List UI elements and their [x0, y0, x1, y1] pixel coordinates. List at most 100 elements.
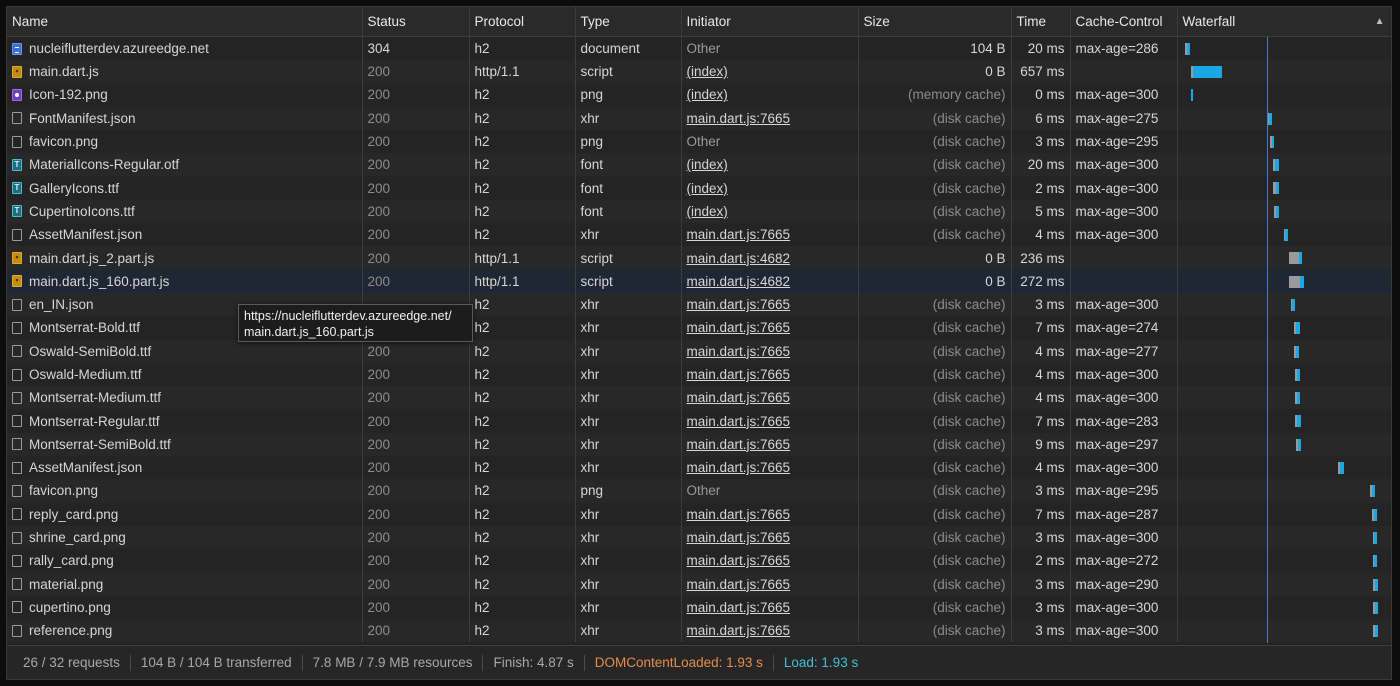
initiator-link[interactable]: (index): [687, 64, 728, 79]
cell-name[interactable]: Montserrat-Regular.ttf: [7, 409, 363, 433]
initiator-link[interactable]: main.dart.js:7665: [687, 460, 791, 475]
cell-name[interactable]: nucleiflutterdev.azureedge.net: [7, 36, 363, 60]
initiator-link[interactable]: main.dart.js:7665: [687, 623, 791, 638]
cell-name[interactable]: Oswald-Medium.ttf: [7, 362, 363, 387]
initiator-link[interactable]: main.dart.js:7665: [687, 553, 791, 568]
request-row[interactable]: en_IN.json h2 xhr main.dart.js:7665 (disk ca…: [7, 292, 1391, 317]
col-header-size[interactable]: Size: [858, 7, 1012, 37]
initiator-link[interactable]: main.dart.js:7665: [687, 111, 791, 126]
col-header-protocol[interactable]: Protocol: [469, 7, 576, 37]
cell-name[interactable]: Oswald-SemiBold.ttf: [7, 339, 363, 363]
request-row[interactable]: nucleiflutterdev.azureedge.net 304 h2 docum…: [7, 36, 1391, 60]
cell-initiator[interactable]: (index): [681, 60, 859, 84]
request-row[interactable]: Montserrat-Bold.ttf h2 xhr main.dart.js:766…: [7, 316, 1391, 340]
cell-initiator[interactable]: main.dart.js:7665: [681, 549, 859, 573]
request-row[interactable]: favicon.png 200 h2 png Other (disk cache) 3 ms…: [7, 129, 1391, 154]
cell-initiator[interactable]: main.dart.js:7665: [681, 386, 859, 410]
initiator-link[interactable]: (index): [687, 204, 728, 219]
cell-name[interactable]: AssetManifest.json: [7, 456, 363, 480]
cell-initiator[interactable]: main.dart.js:7665: [681, 292, 859, 317]
cell-name[interactable]: Montserrat-Medium.ttf: [7, 386, 363, 410]
cell-name[interactable]: T GalleryIcons.ttf: [7, 176, 363, 200]
initiator-link[interactable]: main.dart.js:4682: [687, 274, 791, 289]
initiator-link[interactable]: main.dart.js:7665: [687, 320, 791, 335]
initiator-link[interactable]: main.dart.js:7665: [687, 344, 791, 359]
cell-name[interactable]: ⋄ main.dart.js_2.part.js: [7, 246, 363, 270]
cell-initiator[interactable]: (index): [681, 176, 859, 200]
cell-name[interactable]: favicon.png: [7, 479, 363, 503]
cell-initiator[interactable]: main.dart.js:7665: [681, 432, 859, 457]
initiator-link[interactable]: main.dart.js:7665: [687, 227, 791, 242]
initiator-link[interactable]: main.dart.js:7665: [687, 577, 791, 592]
request-row[interactable]: Montserrat-SemiBold.ttf 200 h2 xhr main.dart…: [7, 432, 1391, 457]
cell-initiator[interactable]: main.dart.js:7665: [681, 339, 859, 363]
cell-initiator[interactable]: main.dart.js:7665: [681, 106, 859, 130]
cell-name[interactable]: reference.png: [7, 619, 363, 643]
col-header-name[interactable]: Name: [7, 7, 363, 37]
cell-name[interactable]: FontManifest.json: [7, 106, 363, 130]
initiator-link[interactable]: main.dart.js:7665: [687, 600, 791, 615]
cell-initiator[interactable]: (index): [681, 153, 859, 177]
cell-name[interactable]: rally_card.png: [7, 549, 363, 573]
request-row[interactable]: reply_card.png 200 h2 xhr main.dart.js:7665 (…: [7, 502, 1391, 526]
col-header-waterfall[interactable]: Waterfall ▲: [1177, 7, 1391, 37]
request-row[interactable]: ⋄ main.dart.js_160.part.js 200 http/1.1 scri…: [7, 269, 1391, 293]
cell-initiator[interactable]: main.dart.js:7665: [681, 525, 859, 550]
cell-name[interactable]: ⋄ main.dart.js_160.part.js: [7, 269, 363, 293]
cell-initiator[interactable]: main.dart.js:7665: [681, 223, 859, 247]
request-row[interactable]: Oswald-SemiBold.ttf 200 h2 xhr main.dart.js:…: [7, 339, 1391, 363]
initiator-link[interactable]: (index): [687, 157, 728, 172]
cell-name[interactable]: cupertino.png: [7, 595, 363, 620]
cell-name[interactable]: shrine_card.png: [7, 525, 363, 550]
col-header-cache-control[interactable]: Cache-Control: [1070, 7, 1178, 37]
cell-name[interactable]: reply_card.png: [7, 502, 363, 526]
initiator-link[interactable]: main.dart.js:7665: [687, 530, 791, 545]
initiator-link[interactable]: main.dart.js:7665: [687, 437, 791, 452]
cell-initiator[interactable]: main.dart.js:4682: [681, 246, 859, 270]
col-header-type[interactable]: Type: [575, 7, 682, 37]
col-header-time[interactable]: Time: [1011, 7, 1071, 37]
request-row[interactable]: Montserrat-Medium.ttf 200 h2 xhr main.dart.j…: [7, 386, 1391, 410]
initiator-link[interactable]: (index): [687, 181, 728, 196]
initiator-link[interactable]: main.dart.js:7665: [687, 414, 791, 429]
request-row[interactable]: T MaterialIcons-Regular.otf 200 h2 font (inde…: [7, 153, 1391, 177]
cell-initiator[interactable]: main.dart.js:7665: [681, 362, 859, 387]
request-row[interactable]: cupertino.png 200 h2 xhr main.dart.js:7665 (d…: [7, 595, 1391, 620]
cell-initiator[interactable]: main.dart.js:7665: [681, 502, 859, 526]
cell-name[interactable]: Icon-192.png: [7, 83, 363, 107]
cell-name[interactable]: material.png: [7, 572, 363, 596]
cell-initiator[interactable]: main.dart.js:7665: [681, 619, 859, 643]
request-row[interactable]: Icon-192.png 200 h2 png (index) (memory cache…: [7, 83, 1391, 107]
request-row[interactable]: material.png 200 h2 xhr main.dart.js:7665 (di…: [7, 572, 1391, 596]
request-row[interactable]: AssetManifest.json 200 h2 xhr main.dart.js:7…: [7, 456, 1391, 480]
cell-initiator[interactable]: main.dart.js:7665: [681, 456, 859, 480]
cell-initiator[interactable]: main.dart.js:7665: [681, 572, 859, 596]
request-row[interactable]: Montserrat-Regular.ttf 200 h2 xhr main.dart.…: [7, 409, 1391, 433]
initiator-link[interactable]: (index): [687, 87, 728, 102]
request-row[interactable]: favicon.png 200 h2 png Other (disk cache) 3 ms…: [7, 479, 1391, 503]
initiator-link[interactable]: main.dart.js:7665: [687, 390, 791, 405]
sort-ascending-icon[interactable]: ▲: [1375, 16, 1385, 27]
cell-name[interactable]: T MaterialIcons-Regular.otf: [7, 153, 363, 177]
request-row[interactable]: AssetManifest.json 200 h2 xhr main.dart.js:7…: [7, 223, 1391, 247]
cell-name[interactable]: AssetManifest.json: [7, 223, 363, 247]
cell-initiator[interactable]: (index): [681, 199, 859, 224]
initiator-link[interactable]: main.dart.js:7665: [687, 367, 791, 382]
request-row[interactable]: T CupertinoIcons.ttf 200 h2 font (index) (disk…: [7, 199, 1391, 224]
initiator-link[interactable]: main.dart.js:7665: [687, 507, 791, 522]
cell-name[interactable]: Montserrat-SemiBold.ttf: [7, 432, 363, 457]
request-row[interactable]: FontManifest.json 200 h2 xhr main.dart.js:76…: [7, 106, 1391, 130]
cell-initiator[interactable]: main.dart.js:7665: [681, 595, 859, 620]
initiator-link[interactable]: main.dart.js:4682: [687, 251, 791, 266]
cell-name[interactable]: T CupertinoIcons.ttf: [7, 199, 363, 224]
request-row[interactable]: reference.png 200 h2 xhr main.dart.js:7665 (d…: [7, 619, 1391, 643]
request-row[interactable]: T GalleryIcons.ttf 200 h2 font (index) (disk c…: [7, 176, 1391, 200]
cell-name[interactable]: ⋄ main.dart.js: [7, 60, 363, 84]
request-row[interactable]: shrine_card.png 200 h2 xhr main.dart.js:7665…: [7, 525, 1391, 550]
col-header-initiator[interactable]: Initiator: [681, 7, 859, 37]
request-row[interactable]: ⋄ main.dart.js_2.part.js 200 http/1.1 script…: [7, 246, 1391, 270]
request-row[interactable]: rally_card.png 200 h2 xhr main.dart.js:7665 (…: [7, 549, 1391, 573]
request-row[interactable]: Oswald-Medium.ttf 200 h2 xhr main.dart.js:76…: [7, 362, 1391, 387]
request-row[interactable]: ⋄ main.dart.js 200 http/1.1 script (index) 0 B…: [7, 60, 1391, 84]
cell-initiator[interactable]: main.dart.js:7665: [681, 409, 859, 433]
